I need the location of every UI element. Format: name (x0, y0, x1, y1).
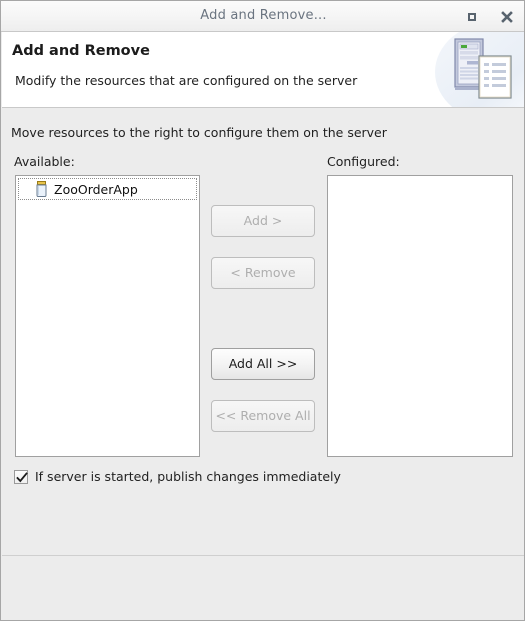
configured-label: Configured: (327, 154, 400, 169)
server-and-document-glyph (454, 38, 512, 99)
add-and-remove-dialog: Add and Remove... Add and Remove Modify … (0, 0, 525, 621)
publish-immediately-label: If server is started, publish changes im… (35, 469, 341, 484)
page-title: Add and Remove (12, 43, 150, 59)
add-button[interactable]: Add > (211, 205, 315, 237)
jar-file-icon (36, 181, 47, 197)
available-label: Available: (14, 154, 75, 169)
add-all-button[interactable]: Add All >> (211, 348, 315, 380)
instruction-text: Move resources to the right to configure… (11, 125, 387, 140)
title-bar: Add and Remove... (1, 1, 524, 32)
close-icon[interactable] (499, 9, 515, 25)
list-item-label: ZooOrderApp (54, 181, 138, 197)
window-title: Add and Remove... (200, 8, 327, 23)
list-item[interactable]: ZooOrderApp (18, 178, 197, 200)
checkmark-icon (16, 471, 28, 482)
server-and-document-icon (435, 32, 524, 107)
footer-bar: ? < Back Next > Cancel Finish (2, 556, 524, 620)
publish-immediately-checkbox[interactable] (14, 469, 28, 484)
remove-all-button[interactable]: << Remove All (211, 400, 315, 432)
close-glyph (501, 11, 513, 23)
available-list[interactable]: ZooOrderApp (15, 175, 200, 457)
publish-immediately-row[interactable]: If server is started, publish changes im… (14, 469, 341, 484)
dialog-header: Add and Remove Modify the resources that… (2, 32, 524, 108)
maximize-icon[interactable] (464, 9, 480, 25)
remove-button[interactable]: < Remove (211, 257, 315, 289)
maximize-glyph (468, 13, 476, 21)
page-subtitle: Modify the resources that are configured… (15, 73, 358, 88)
configured-list[interactable] (327, 175, 513, 457)
